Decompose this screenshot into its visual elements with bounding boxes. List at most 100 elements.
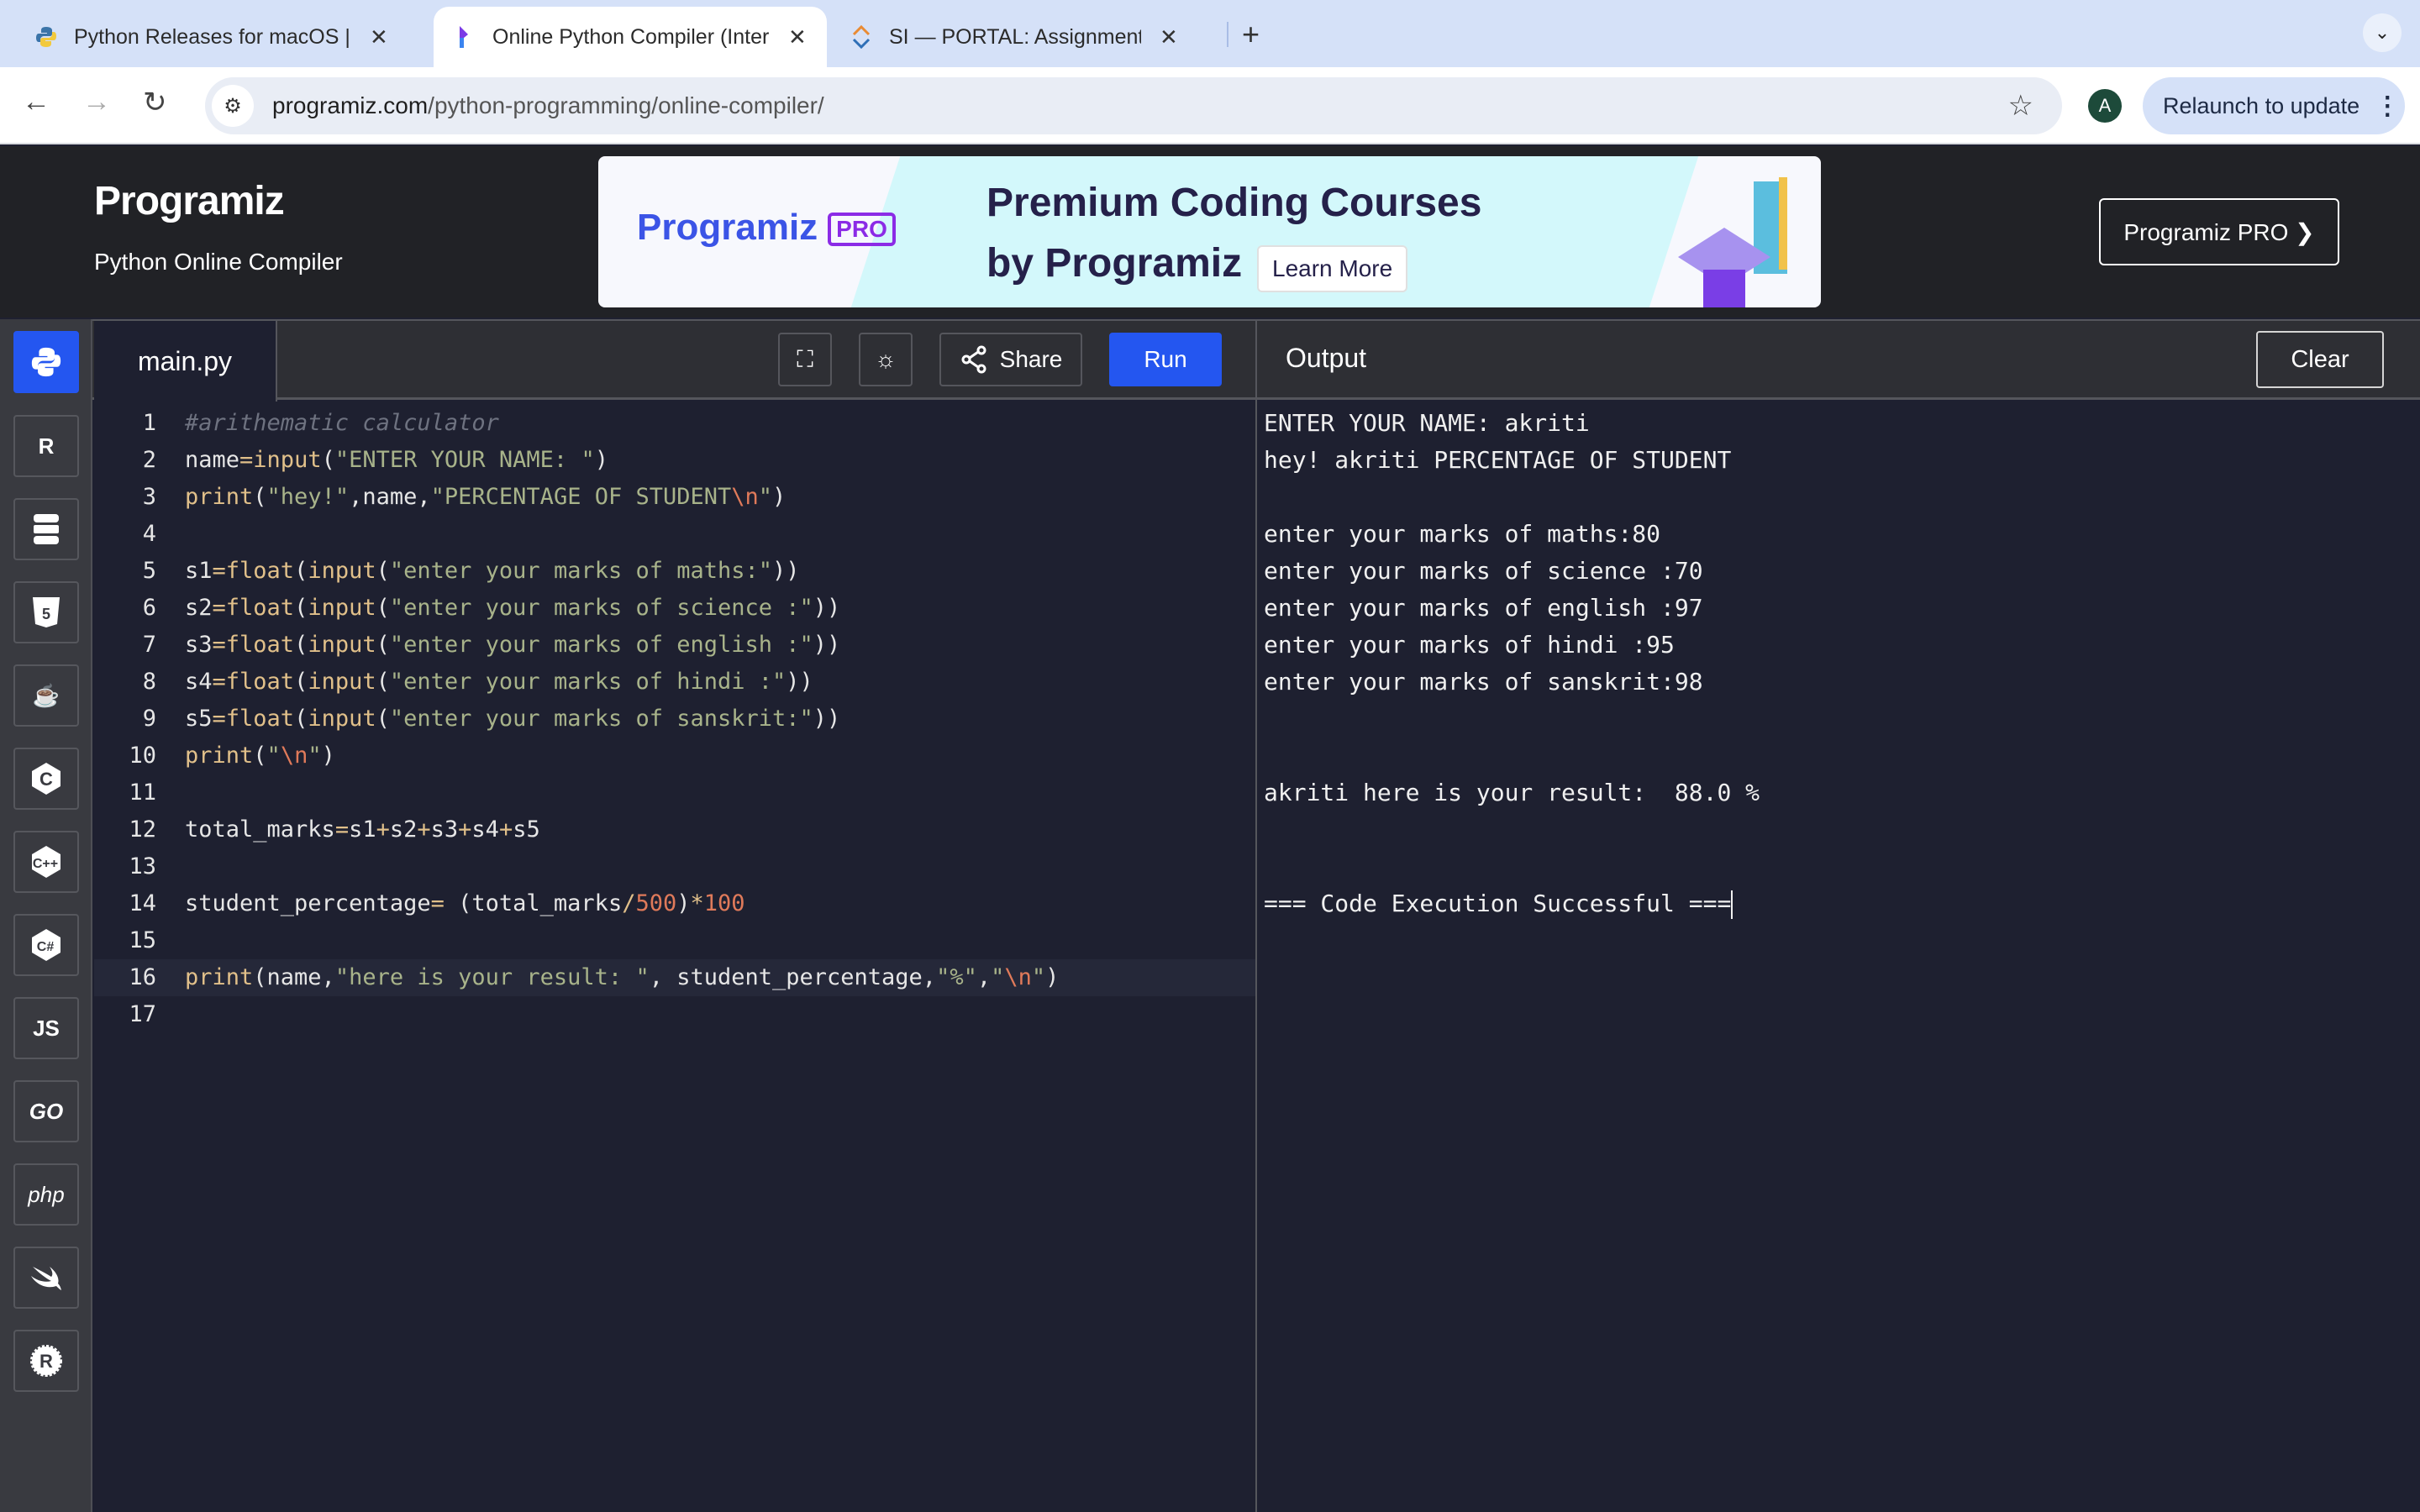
- code-line[interactable]: 8 s4=float(input("enter your marks of hin…: [94, 664, 1255, 701]
- close-tab-icon[interactable]: ✕: [1160, 24, 1178, 50]
- sidebar-item-php[interactable]: php: [13, 1163, 79, 1226]
- profile-avatar[interactable]: A: [2088, 89, 2122, 123]
- code-token: s5: [513, 816, 540, 843]
- browser-tab-portal[interactable]: SI — PORTAL: Assignment Su ✕: [849, 7, 1218, 67]
- code-token: =: [334, 816, 350, 843]
- code-text: s2=float(input("enter your marks of scie…: [185, 590, 840, 627]
- site-info-icon[interactable]: ⚙: [212, 85, 254, 127]
- output-line: enter your marks of maths:80: [1264, 520, 1661, 548]
- relaunch-label: Relaunch to update: [2163, 92, 2360, 118]
- code-line[interactable]: 7 s3=float(input("enter your marks of eng…: [94, 627, 1255, 664]
- new-tab-button[interactable]: +: [1242, 17, 1260, 52]
- programiz-logo[interactable]: Programiz: [94, 178, 285, 224]
- programiz-pro-button[interactable]: Programiz PRO ❯: [2099, 198, 2339, 265]
- output-console[interactable]: ENTER YOUR NAME: akriti hey! akriti PERCE…: [1257, 402, 2420, 1512]
- code-token: "PERCENTAGE OF STUDENT: [430, 484, 732, 510]
- reload-icon[interactable]: ↻: [143, 86, 167, 119]
- sidebar-item-csharp[interactable]: C#: [13, 914, 79, 976]
- code-line[interactable]: 1 #arithematic calculator: [94, 405, 1255, 442]
- run-button[interactable]: Run: [1109, 333, 1222, 386]
- code-token: , student_percentage,: [649, 964, 937, 990]
- tab-search-button[interactable]: ⌄: [2363, 13, 2402, 52]
- sidebar-item-r[interactable]: R: [13, 415, 79, 477]
- clear-output-button[interactable]: Clear: [2256, 331, 2384, 388]
- browser-tab-python-releases[interactable]: Python Releases for macOS | ✕: [34, 7, 429, 67]
- code-text: s1=float(input("enter your marks of math…: [185, 553, 800, 590]
- page-subtitle: Python Online Compiler: [94, 249, 343, 275]
- code-line[interactable]: 9 s5=float(input("enter your marks of san…: [94, 701, 1255, 738]
- promo-banner[interactable]: Programiz PRO Premium Coding Courses by P…: [598, 156, 1821, 307]
- code-line[interactable]: 15: [94, 922, 1255, 959]
- sidebar-item-sql[interactable]: [13, 498, 79, 560]
- url-text[interactable]: programiz.com/python-programming/online-…: [272, 92, 824, 119]
- output-line: === Code Execution Successful ===: [1264, 890, 1733, 919]
- code-token: "enter your marks of hindi :": [389, 669, 786, 695]
- code-token: s1: [185, 558, 213, 584]
- more-menu-icon[interactable]: ⋮: [2375, 92, 2400, 121]
- forward-icon[interactable]: →: [82, 86, 111, 118]
- theme-toggle-button[interactable]: ☼: [859, 333, 913, 386]
- sidebar-item-rust[interactable]: R: [13, 1330, 79, 1392]
- code-editor[interactable]: 1 #arithematic calculator 2 name=input("ENT…: [94, 402, 1255, 1512]
- code-token: print: [185, 964, 254, 990]
- code-line[interactable]: 6 s2=float(input("enter your marks of sci…: [94, 590, 1255, 627]
- code-text: print(name,"here is your result: ", stud…: [185, 959, 1059, 996]
- code-token: ": [266, 743, 281, 769]
- bookmark-star-icon[interactable]: ☆: [2008, 89, 2033, 123]
- code-line[interactable]: 12 total_marks=s1+s2+s3+s4+s5: [94, 811, 1255, 848]
- c-lang-icon: C: [32, 763, 60, 795]
- file-tab-main-py[interactable]: main.py: [94, 321, 277, 402]
- java-icon: ☕: [32, 682, 60, 708]
- code-line[interactable]: 2 name=input("ENTER YOUR NAME: "): [94, 442, 1255, 479]
- text-caret: [1731, 890, 1733, 919]
- code-line[interactable]: 13: [94, 848, 1255, 885]
- share-button[interactable]: Share: [939, 333, 1082, 386]
- code-text: print("hey!",name,"PERCENTAGE OF STUDENT…: [185, 479, 786, 516]
- js-icon: JS: [33, 1015, 60, 1041]
- address-bar[interactable]: ⚙ programiz.com/python-programming/onlin…: [205, 77, 2062, 134]
- line-number: 1: [142, 410, 156, 436]
- sidebar-item-python[interactable]: [13, 331, 79, 393]
- relaunch-button[interactable]: Relaunch to update ⋮: [2143, 77, 2405, 134]
- fullscreen-button[interactable]: ⛶: [778, 333, 832, 386]
- tab-title: SI — PORTAL: Assignment Su: [889, 24, 1141, 49]
- code-line[interactable]: 3 print("hey!",name,"PERCENTAGE OF STUDEN…: [94, 479, 1255, 516]
- sidebar-item-go[interactable]: GO: [13, 1080, 79, 1142]
- code-text: s4=float(input("enter your marks of hind…: [185, 664, 813, 701]
- code-line[interactable]: 4: [94, 516, 1255, 553]
- code-line[interactable]: 10 print("\n"): [94, 738, 1255, 774]
- sidebar-item-c[interactable]: C: [13, 748, 79, 810]
- svg-text:R: R: [39, 1351, 53, 1372]
- code-token: s4: [471, 816, 499, 843]
- code-token: *: [690, 890, 704, 916]
- close-tab-icon[interactable]: ✕: [788, 24, 807, 50]
- sidebar-item-html[interactable]: 5: [13, 581, 79, 643]
- chevron-down-icon: ⌄: [2374, 22, 2391, 43]
- code-token: input: [308, 632, 376, 658]
- line-number: 6: [142, 595, 156, 621]
- code-line[interactable]: 17: [94, 996, 1255, 1033]
- code-token: "enter your marks of maths:": [389, 558, 773, 584]
- swift-icon: [31, 1267, 61, 1290]
- sidebar-item-java[interactable]: ☕: [13, 664, 79, 727]
- code-token: input: [253, 447, 322, 473]
- code-text: total_marks=s1+s2+s3+s4+s5: [185, 811, 540, 848]
- learn-more-button[interactable]: Learn More: [1257, 245, 1408, 292]
- code-line[interactable]: 16 print(name,"here is your result: ", st…: [94, 959, 1255, 996]
- back-icon[interactable]: ←: [22, 86, 50, 118]
- browser-tab-online-compiler[interactable]: Online Python Compiler (Inter ✕: [434, 7, 827, 67]
- code-line[interactable]: 5 s1=float(input("enter your marks of mat…: [94, 553, 1255, 590]
- line-number: 16: [129, 964, 156, 990]
- close-tab-icon[interactable]: ✕: [370, 24, 388, 50]
- code-line[interactable]: 14 student_percentage= (total_marks/500)*…: [94, 885, 1255, 922]
- sidebar-item-cpp[interactable]: C++: [13, 831, 79, 893]
- output-line: enter your marks of sanskrit:98: [1264, 668, 1703, 696]
- tab-separator: [1227, 22, 1228, 47]
- code-text: name=input("ENTER YOUR NAME: "): [185, 442, 608, 479]
- code-token: "enter your marks of sanskrit:": [389, 706, 813, 732]
- sidebar-item-javascript[interactable]: JS: [13, 997, 79, 1059]
- code-line[interactable]: 11: [94, 774, 1255, 811]
- code-token: (: [376, 669, 390, 695]
- code-token: (: [294, 595, 308, 621]
- sidebar-item-swift[interactable]: [13, 1247, 79, 1309]
